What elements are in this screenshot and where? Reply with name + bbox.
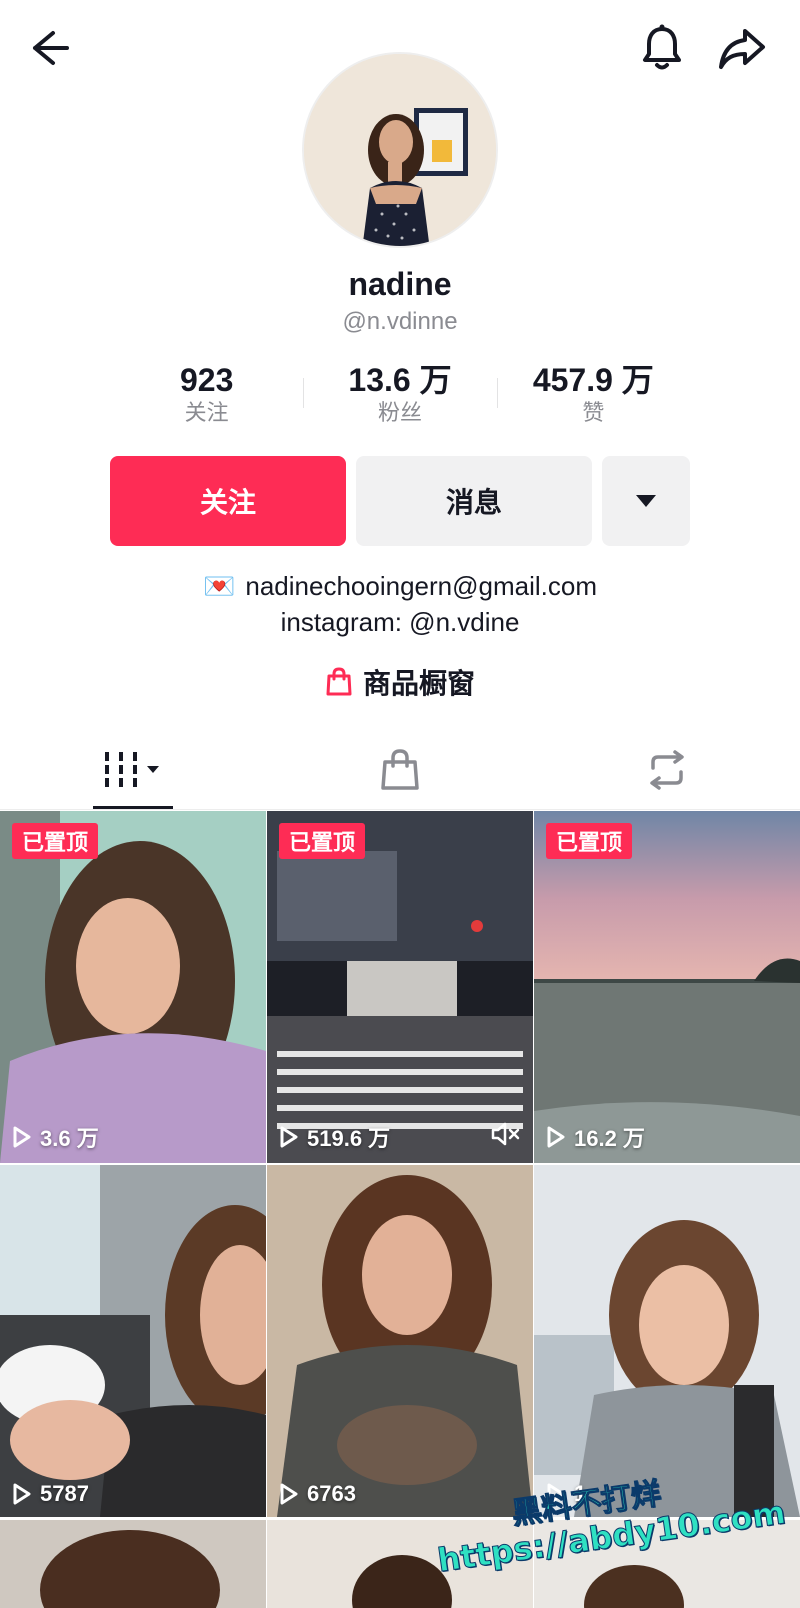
video-thumbnail	[0, 1165, 266, 1517]
video-tile[interactable]: 6763	[267, 1165, 533, 1517]
profile-name: nadine	[348, 266, 452, 302]
video-thumbnail	[267, 811, 533, 1163]
play-count-value: 519.6 万	[307, 1126, 391, 1151]
play-count: 519.6 万	[279, 1121, 390, 1153]
muted-icon	[491, 1122, 521, 1151]
bell-icon[interactable]	[634, 20, 690, 76]
message-button[interactable]: 消息	[356, 456, 592, 546]
play-count-value: 5787	[40, 1481, 89, 1506]
video-tile[interactable]	[0, 1520, 266, 1608]
video-thumbnail	[0, 1520, 266, 1608]
love-letter-icon: 💌	[203, 571, 236, 601]
play-icon	[547, 1126, 565, 1148]
stat-following-value: 923	[179, 362, 234, 398]
bio-instagram-line: instagram: @n.vdine	[0, 604, 800, 640]
bio-instagram: instagram: @n.vdine	[280, 607, 520, 637]
profile-tabs	[0, 730, 800, 810]
repost-icon	[649, 749, 684, 790]
caret-down-icon	[636, 495, 656, 507]
video-thumbnail	[534, 811, 800, 1163]
shop-link[interactable]: 商品橱窗	[0, 662, 800, 702]
videos-grid-icon	[105, 751, 160, 787]
profile-actions: 关注 消息	[110, 456, 690, 546]
video-tile[interactable]: 已置顶 16.2 万	[534, 811, 800, 1163]
play-count: 16.2 万	[546, 1121, 645, 1153]
video-thumbnail	[0, 811, 266, 1163]
video-tile[interactable]: 已置顶 519.6 万	[267, 811, 533, 1163]
share-icon[interactable]	[714, 20, 770, 76]
play-count: 5787	[12, 1481, 89, 1507]
shopping-bag-icon	[326, 667, 352, 696]
profile-stats: 923 关注 13.6 万 粉丝 457.9 万 赞	[110, 362, 690, 432]
play-icon	[280, 1483, 298, 1505]
back-icon[interactable]	[24, 20, 80, 76]
play-icon	[13, 1483, 31, 1505]
pinned-badge: 已置顶	[546, 823, 633, 859]
more-options-button[interactable]	[602, 456, 690, 546]
profile-handle: @n.vdinne	[342, 308, 458, 335]
avatar[interactable]	[302, 52, 498, 248]
video-tile[interactable]: 5787	[0, 1165, 266, 1517]
shopping-bag-icon	[381, 748, 419, 790]
bio-email: nadinechooingern@gmail.com	[245, 571, 597, 601]
play-count: 3.6 万	[12, 1121, 99, 1153]
video-tile[interactable]: 已置顶 3.6 万	[0, 811, 266, 1163]
stat-following-label: 关注	[184, 400, 229, 425]
tab-videos[interactable]	[0, 730, 267, 809]
video-grid: 已置顶 3.6 万 已置顶 519.6 万 已置顶 16.2 万 5787 67…	[0, 811, 800, 1517]
play-icon	[13, 1126, 31, 1148]
play-count-value: 6763	[307, 1481, 356, 1506]
play-icon	[280, 1126, 298, 1148]
play-count-value: 3.6 万	[40, 1126, 99, 1151]
video-thumbnail	[267, 1165, 533, 1517]
stat-likes[interactable]: 457.9 万 赞	[496, 362, 690, 432]
pinned-badge: 已置顶	[12, 823, 99, 859]
play-count: 6763	[279, 1481, 356, 1507]
tab-reposts[interactable]	[533, 730, 800, 809]
stat-followers-label: 粉丝	[377, 400, 422, 425]
stat-likes-value: 457.9 万	[532, 362, 654, 398]
tab-shop[interactable]	[267, 730, 534, 809]
stat-followers-value: 13.6 万	[348, 362, 452, 398]
shop-label: 商品橱窗	[362, 668, 475, 699]
follow-button[interactable]: 关注	[110, 456, 346, 546]
profile-bio: 💌 nadinechooingern@gmail.com instagram: …	[0, 568, 800, 640]
stat-followers[interactable]: 13.6 万 粉丝	[303, 362, 496, 432]
pinned-badge: 已置顶	[279, 823, 366, 859]
bio-email-line: 💌 nadinechooingern@gmail.com	[0, 568, 800, 604]
play-count-value: 16.2 万	[574, 1126, 645, 1151]
stat-likes-label: 赞	[582, 400, 605, 425]
stat-following[interactable]: 923 关注	[110, 362, 303, 432]
